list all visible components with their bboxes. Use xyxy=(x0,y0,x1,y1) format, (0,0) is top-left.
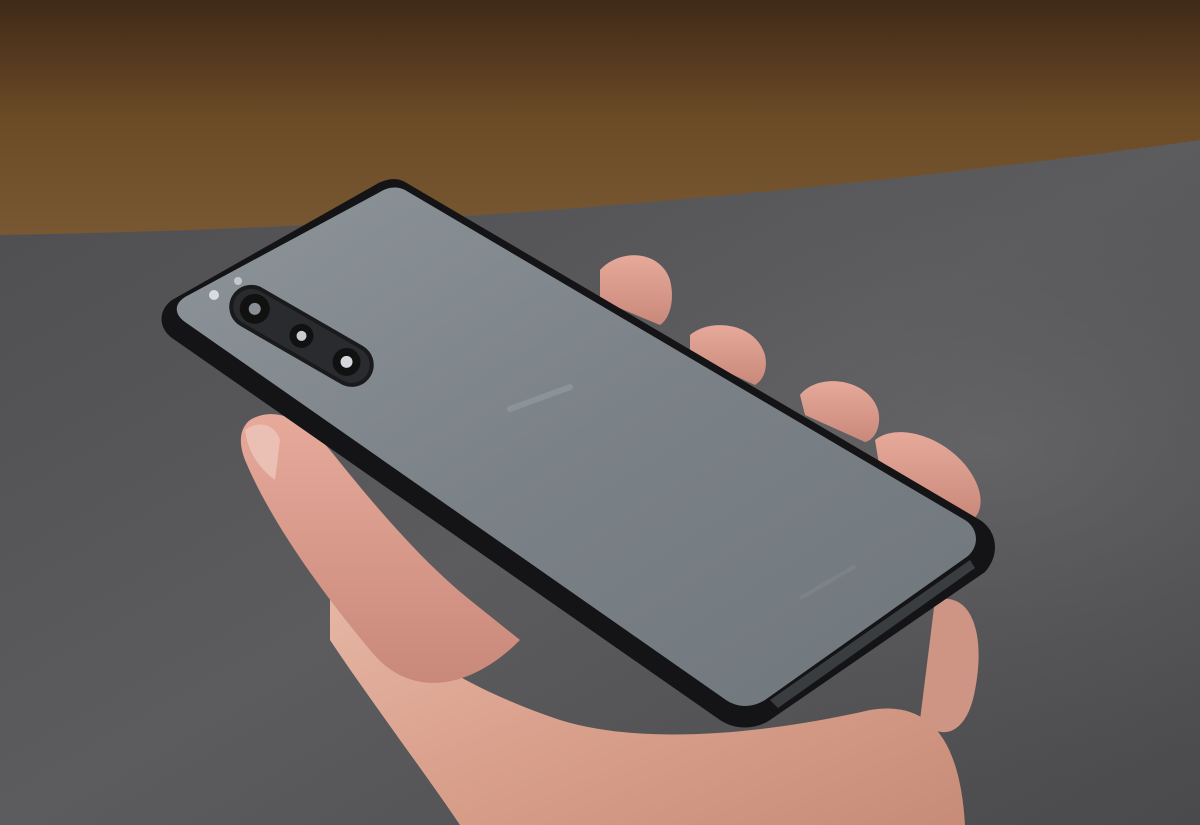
sensor-dot xyxy=(234,277,242,285)
flash-led xyxy=(209,290,219,300)
photo-scene xyxy=(0,0,1200,825)
photo-canvas xyxy=(0,0,1200,825)
